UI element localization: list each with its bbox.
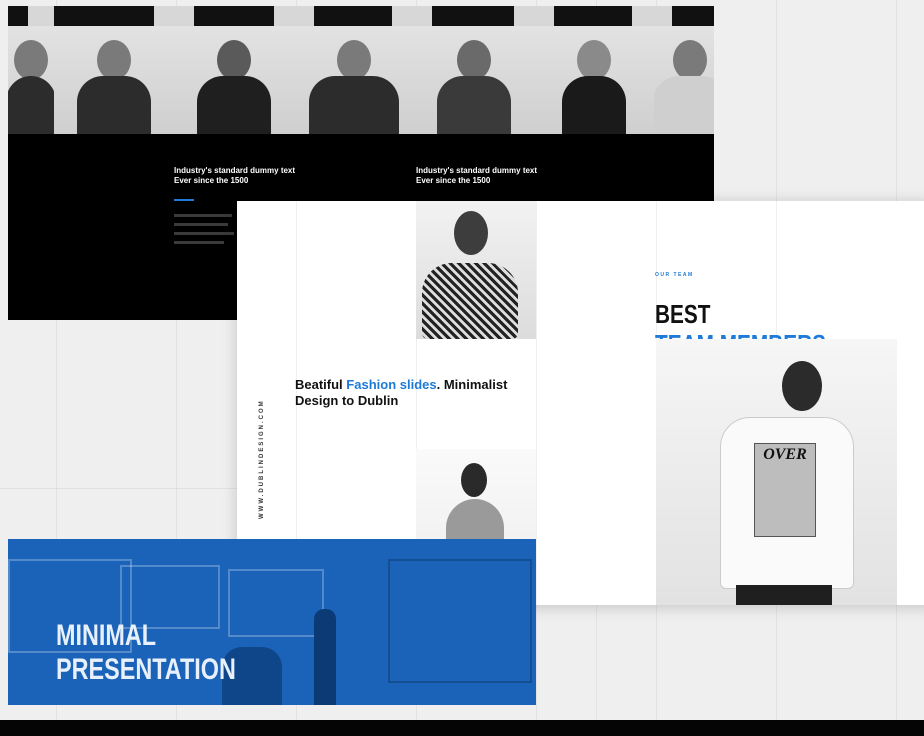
section-eyebrow: OUR TEAM <box>655 272 694 278</box>
bottom-bar <box>0 720 924 736</box>
slide-headline: Beatiful Fashion slides. Minimalist Desi… <box>295 377 508 408</box>
section-title-line1: BEST <box>655 299 711 329</box>
minimal-presentation-slide: MINIMAL PRESENTATION <box>8 539 536 705</box>
headline-accent: Fashion slides <box>346 377 437 392</box>
shirt-text: OVER <box>763 446 807 463</box>
presentation-title-line1: MINIMAL <box>56 619 157 652</box>
photo-top-strip <box>8 6 714 26</box>
model-photo-featured: OVER <box>656 339 897 605</box>
caption-left: Industry's standard dummy text Ever sinc… <box>174 166 296 185</box>
model-photo-man <box>416 201 536 339</box>
presentation-title-line2: PRESENTATION <box>56 653 236 686</box>
shirt-graphic: OVER <box>754 443 816 537</box>
accent-bar <box>174 199 194 201</box>
body-text-placeholder <box>174 214 234 250</box>
website-url: WWW.DUBLINDESIGN.COM <box>259 399 265 519</box>
caption-right: Industry's standard dummy text Ever sinc… <box>416 166 538 185</box>
